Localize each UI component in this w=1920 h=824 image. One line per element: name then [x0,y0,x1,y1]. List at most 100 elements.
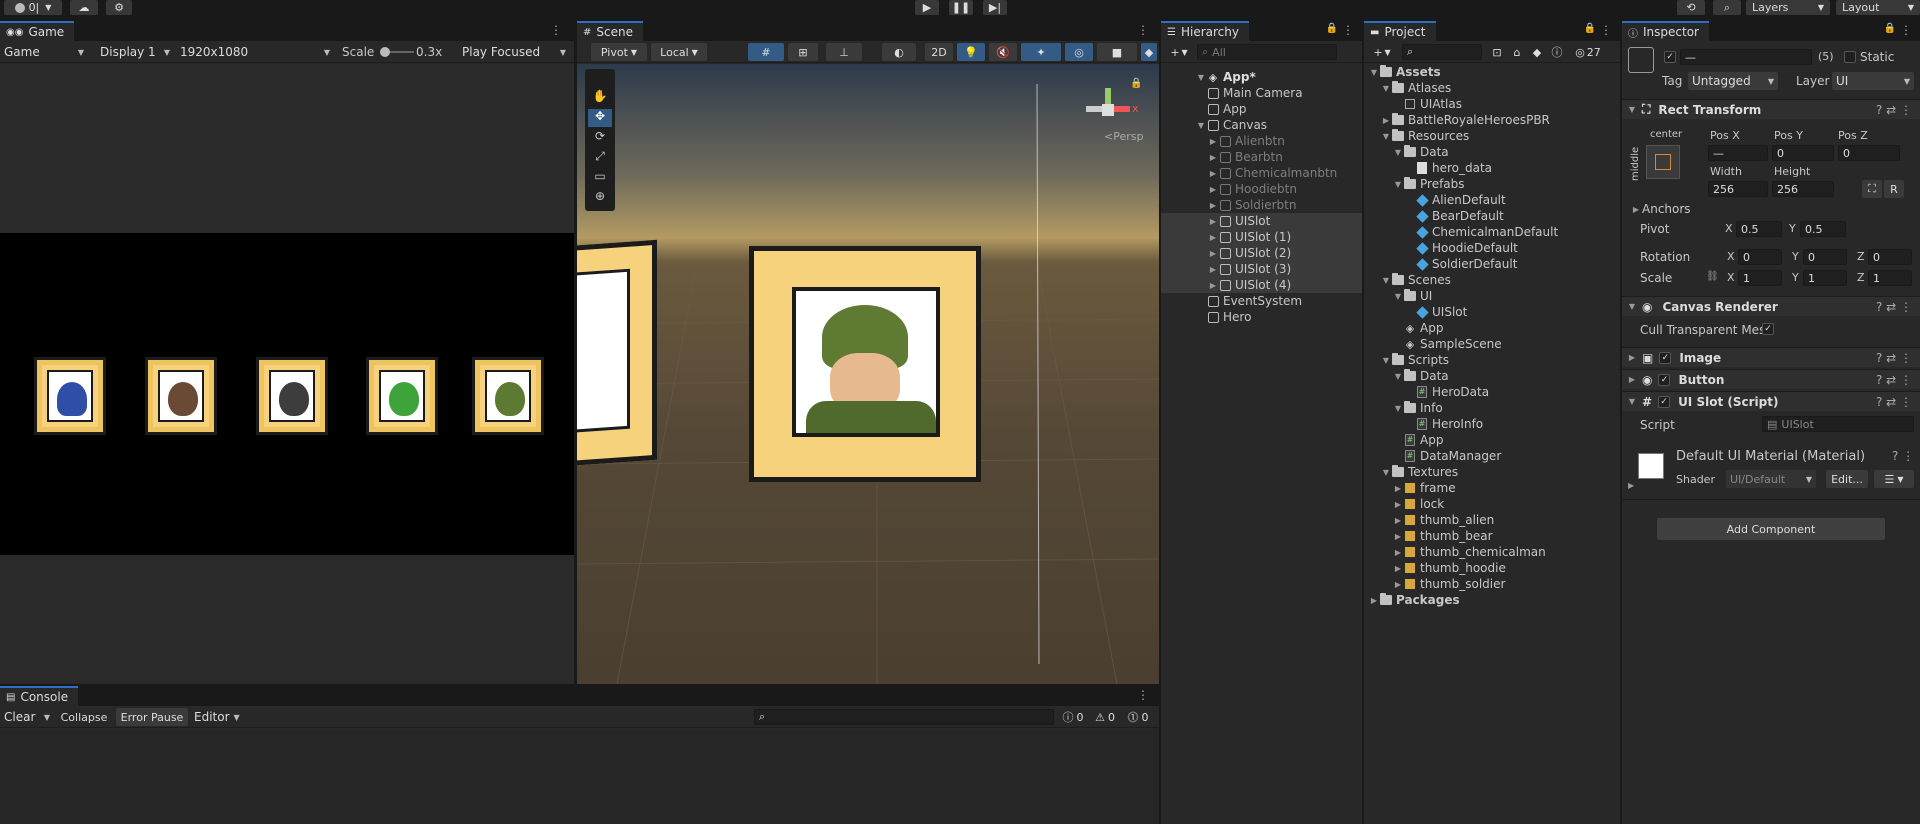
project-item[interactable]: UIAtlas [1364,96,1620,112]
component-menu-icon[interactable]: ? ⇄ ⋮ [1876,103,1912,117]
project-item[interactable]: ▼ Atlases [1364,80,1620,96]
active-checkbox[interactable]: ✓ [1664,51,1676,63]
game-viewport[interactable] [0,64,574,684]
snap-button[interactable]: ⊞ [788,43,818,61]
pivot-y-field[interactable]: 0.5 [1800,221,1846,237]
clear-dropdown[interactable]: Clear ▼ [0,708,54,726]
fold-arrow-icon[interactable]: ▶ [1626,353,1638,362]
hierarchy-item[interactable]: ▶ UISlot (1) [1161,229,1362,245]
create-asset-button[interactable]: + ▼ [1368,43,1396,61]
undo-history-button[interactable]: ⟲ [1677,0,1705,15]
pivot-dropdown[interactable]: Pivot ▼ [591,43,647,61]
object-name-field[interactable]: — [1680,49,1812,65]
fold-arrow-icon[interactable]: ▼ [1380,468,1392,477]
fold-arrow-icon[interactable]: ▼ [1380,132,1392,141]
slot-alien[interactable] [34,357,106,435]
tab-project[interactable]: ▬ Project [1364,21,1436,41]
hand-tool-icon[interactable]: ✋ [588,89,612,107]
pivot-x-field[interactable]: 0.5 [1736,221,1782,237]
hierarchy-scene-root[interactable]: ▼ ◈ App* [1161,69,1362,85]
fold-arrow-icon[interactable]: ▶ [1626,375,1638,384]
lighting-toggle[interactable]: 💡 [957,43,985,61]
project-item[interactable]: ▼ Data [1364,368,1620,384]
hierarchy-item[interactable]: ▶ Chemicalmanbtn [1161,165,1362,181]
scene-frame-left[interactable] [577,239,657,469]
anchor-preset-button[interactable] [1646,145,1680,179]
project-item[interactable]: ▶ BattleRoyaleHeroesPBR [1364,112,1620,128]
script-enabled-checkbox[interactable]: ✓ [1658,395,1671,408]
height-field[interactable]: 256 [1772,181,1834,197]
collab-button[interactable]: ⚙ [106,0,132,15]
project-item[interactable]: ▼ Info [1364,400,1620,416]
project-item[interactable]: ▼ Resources [1364,128,1620,144]
gizmo-center[interactable] [1102,104,1114,116]
fold-arrow-icon[interactable]: ▼ [1392,292,1404,301]
console-log-area[interactable] [0,729,1159,824]
material-menu-icon[interactable]: ? ⋮ [1892,449,1914,463]
hidden-packages-toggle[interactable]: ◎ 27 [1570,43,1606,61]
project-item[interactable]: # HeroInfo [1364,416,1620,432]
favorite-button[interactable]: ◆ [1528,43,1546,61]
transform-tool-icon[interactable]: ⊕ [588,189,612,207]
fold-arrow-icon[interactable]: ▼ [1380,356,1392,365]
hierarchy-item[interactable]: ▶ Soldierbtn [1161,197,1362,213]
fold-arrow-icon[interactable]: ▼ [1626,397,1638,406]
editor-dropdown[interactable]: Editor ▼ [190,708,240,726]
project-item[interactable]: ▶ thumb_alien [1364,512,1620,528]
hierarchy-item[interactable]: ▶ Hoodiebtn [1161,181,1362,197]
fold-arrow-icon[interactable]: ▼ [1195,121,1207,130]
resolution-dropdown[interactable]: 1920x1080 ▼ [176,43,334,61]
increment-snap-button[interactable]: ⊥ [826,43,862,61]
component-menu-icon[interactable]: ? ⇄ ⋮ [1876,373,1912,387]
tab-hierarchy[interactable]: ☰ Hierarchy [1161,21,1249,41]
log-filter-toggle[interactable]: ⓘ 0 [1058,708,1088,726]
gizmos-dropdown[interactable]: ◆ [1141,43,1157,61]
lock-icon[interactable]: 🔒 [1130,78,1142,89]
scale-slider[interactable] [380,47,414,57]
project-item[interactable]: # App [1364,432,1620,448]
component-menu-icon[interactable]: ? ⇄ ⋮ [1876,300,1912,314]
fold-arrow-icon[interactable]: ▼ [1380,84,1392,93]
rotation-y-field[interactable]: 0 [1803,249,1847,265]
pos-z-field[interactable]: 0 [1838,145,1900,161]
fold-arrow-icon[interactable]: ▶ [1392,484,1404,493]
fold-arrow-icon[interactable]: ▶ [1207,169,1219,178]
scene-gizmo[interactable]: y x <Persp 🔒 [1072,74,1152,154]
rotation-z-field[interactable]: 0 [1868,249,1912,265]
component-menu-icon[interactable]: ? ⇄ ⋮ [1876,351,1912,365]
project-item[interactable]: SoldierDefault [1364,256,1620,272]
gizmo-x-axis[interactable] [1114,106,1130,112]
rotation-x-field[interactable]: 0 [1738,249,1782,265]
kebab-menu-icon[interactable]: ⋮ [550,23,562,37]
step-button[interactable]: ▶| [983,0,1007,15]
layer-dropdown[interactable]: UI ▼ [1832,72,1914,90]
cull-transparent-checkbox[interactable]: ✓ [1762,323,1774,335]
lock-icon[interactable]: 🔒 [1884,23,1896,34]
fold-arrow-icon[interactable]: ▶ [1392,580,1404,589]
project-search-input[interactable]: ⌕ [1402,44,1482,60]
component-menu-icon[interactable]: ? ⇄ ⋮ [1876,395,1912,409]
lock-icon[interactable]: 🔒 [1584,23,1596,34]
fold-arrow-icon[interactable]: ▼ [1626,302,1638,311]
project-item[interactable]: ▼ Scenes [1364,272,1620,288]
fold-arrow-icon[interactable]: ▶ [1207,153,1219,162]
project-item[interactable]: # DataManager [1364,448,1620,464]
tag-dropdown[interactable]: Untagged ▼ [1688,72,1778,90]
scene-visibility-toggle[interactable]: ◎ [1065,43,1093,61]
fold-arrow-icon[interactable]: ▶ [1392,532,1404,541]
slot-soldier[interactable] [472,357,544,435]
gizmo-z-axis[interactable] [1086,106,1102,112]
fold-arrow-icon[interactable]: ▶ [1392,564,1404,573]
ui-slot-script-header[interactable]: ▼ # ✓ UI Slot (Script) ? ⇄ ⋮ [1622,391,1920,411]
fold-arrow-icon[interactable]: ▶ [1392,516,1404,525]
fold-arrow-icon[interactable]: ▼ [1626,105,1638,114]
audio-toggle[interactable]: 🔇 [989,43,1017,61]
hierarchy-search-input[interactable]: ⌕ All [1197,44,1337,60]
move-tool-icon[interactable]: ✥ [588,109,612,127]
search-button[interactable]: ⌕ [1713,0,1741,15]
effects-dropdown[interactable]: ✦ [1021,43,1061,61]
create-button[interactable]: + ▼ [1165,43,1193,61]
scale-x-field[interactable]: 1 [1738,270,1782,286]
fold-arrow-icon[interactable]: ▼ [1368,68,1380,77]
fold-arrow-icon[interactable]: ▶ [1207,233,1219,242]
